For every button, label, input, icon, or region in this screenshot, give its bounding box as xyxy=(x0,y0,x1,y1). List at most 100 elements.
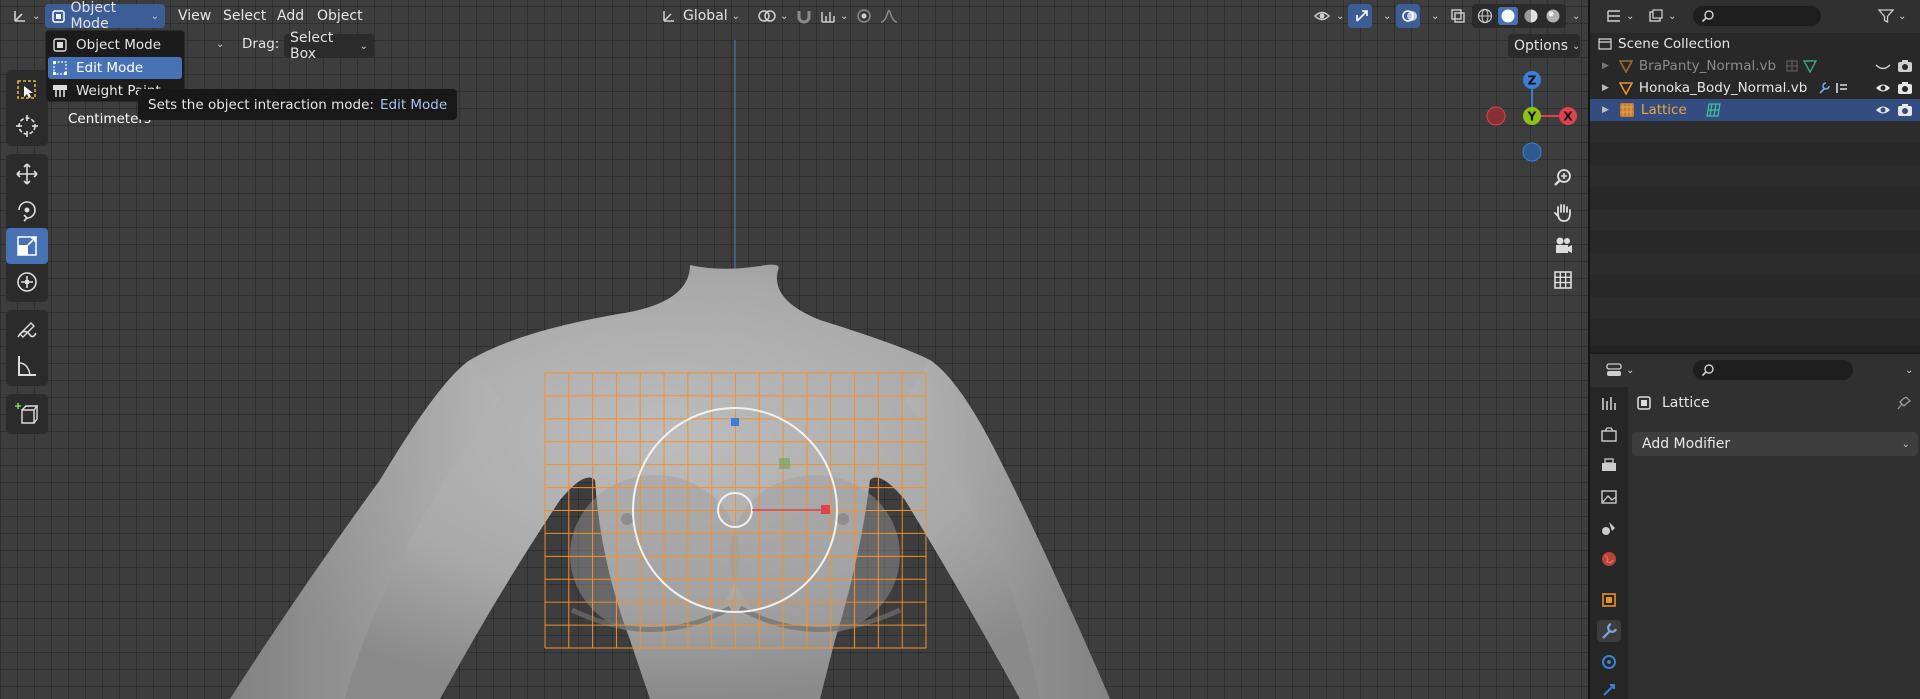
camera-render-icon[interactable] xyxy=(1897,59,1913,73)
mesh-data-icon xyxy=(1803,60,1817,73)
menu-add[interactable]: Add xyxy=(277,4,304,28)
modifier-grid-icon xyxy=(1786,60,1798,72)
outliner-editor-type[interactable]: ⌄ xyxy=(1600,4,1634,28)
zoom-button[interactable] xyxy=(1548,163,1578,193)
xray-toggle[interactable] xyxy=(1444,4,1468,28)
eye-icon[interactable] xyxy=(1875,81,1891,95)
gizmo-options[interactable]: ⌄ xyxy=(1373,4,1391,28)
zoom-icon xyxy=(1554,169,1571,186)
gizmo-y-label: Y xyxy=(1527,110,1537,124)
tooltip-text: Sets the object interaction mode: xyxy=(148,96,374,113)
tab-object[interactable] xyxy=(1598,589,1620,611)
add-cube-tool[interactable] xyxy=(6,396,48,432)
menu-view[interactable]: View xyxy=(178,4,211,28)
move-tool[interactable] xyxy=(6,156,48,192)
overlays-options[interactable]: ⌄ xyxy=(1421,4,1440,28)
outliner-filter-button[interactable]: ⌄ xyxy=(1872,4,1912,28)
proportional-edit-toggle[interactable] xyxy=(850,4,872,28)
measure-tool[interactable] xyxy=(6,348,48,384)
pin-icon[interactable] xyxy=(1896,395,1912,411)
constraint-icon xyxy=(1603,684,1615,696)
menu-select[interactable]: Select xyxy=(223,4,266,28)
tool-settings-chevron[interactable]: ⌄ xyxy=(212,36,224,51)
drag-select[interactable]: Select Box ⌄ xyxy=(284,30,374,62)
display-mode-select[interactable]: ⌄ xyxy=(1642,4,1676,28)
outliner-row-scene-collection[interactable]: Scene Collection xyxy=(1590,33,1920,55)
camera-view-button[interactable] xyxy=(1548,231,1578,261)
outliner-row-honoka-body[interactable]: ▶ Honoka_Body_Normal.vb xyxy=(1590,77,1920,99)
snap-toggle[interactable] xyxy=(790,4,812,28)
tab-view-layer[interactable] xyxy=(1598,486,1620,508)
lattice-object-icon xyxy=(1619,103,1634,117)
3d-viewport[interactable]: ⌄ Object Mode ⌄ View Select Add Object G… xyxy=(0,0,1588,699)
gizmo-z-label: Z xyxy=(1528,74,1537,88)
outliner-empty-row xyxy=(1590,297,1920,319)
shading-options[interactable]: ⌄ xyxy=(1562,4,1582,28)
select-box-tool[interactable] xyxy=(6,72,48,108)
gizmo-toggle[interactable] xyxy=(1348,4,1372,28)
annotate-tool[interactable] xyxy=(6,312,48,348)
tab-tool[interactable] xyxy=(1598,393,1620,415)
snap-target-button[interactable]: ⌄ xyxy=(814,4,849,28)
chevron-down-icon: ⌄ xyxy=(1626,364,1635,376)
navigation-gizmo[interactable]: Z Y X xyxy=(1484,68,1580,164)
dropdown-item-edit-mode[interactable]: Edit Mode xyxy=(48,57,182,79)
scene-icon xyxy=(1602,522,1615,535)
options-button[interactable]: Options ⌄ xyxy=(1508,34,1580,58)
outliner-row-brapanty[interactable]: ▶ BraPanty_Normal.vb xyxy=(1590,55,1920,77)
chevron-down-icon: ⌄ xyxy=(216,39,225,50)
outliner-scroll-strip xyxy=(1590,346,1920,352)
falloff-button[interactable] xyxy=(874,4,904,28)
visibility-selectability-button[interactable]: ⌄ xyxy=(1308,4,1346,28)
transform-tool[interactable] xyxy=(6,264,48,300)
eye-hidden-icon[interactable] xyxy=(1875,59,1891,73)
camera-icon xyxy=(1556,237,1572,253)
expand-arrow-icon[interactable]: ▶ xyxy=(1602,61,1609,71)
ortho-toggle-button[interactable] xyxy=(1548,265,1578,295)
wrench-icon xyxy=(1819,82,1830,94)
tab-render[interactable] xyxy=(1598,424,1620,446)
properties-options[interactable]: ⌄ xyxy=(1895,358,1915,382)
rotate-tool[interactable] xyxy=(6,192,48,228)
expand-arrow-icon[interactable]: ▶ xyxy=(1602,83,1609,93)
tab-physics[interactable] xyxy=(1598,651,1620,673)
wireframe-shading-icon[interactable] xyxy=(1476,7,1494,25)
tab-constraints[interactable] xyxy=(1598,679,1620,699)
pivot-point-button[interactable]: ⌄ xyxy=(752,4,788,28)
menu-object[interactable]: Object xyxy=(317,4,363,28)
mode-select[interactable]: Object Mode ⌄ xyxy=(45,0,165,32)
xray-icon xyxy=(1450,7,1466,25)
material-preview-icon[interactable] xyxy=(1522,7,1540,25)
eye-pointer-icon xyxy=(1314,7,1332,25)
rendered-shading-icon[interactable] xyxy=(1544,7,1562,25)
properties-tab-bar xyxy=(1590,387,1628,699)
properties-editor-type[interactable]: ⌄ xyxy=(1600,358,1634,382)
chevron-down-icon: ⌄ xyxy=(780,10,789,22)
chevron-down-icon: ⌄ xyxy=(1431,10,1440,22)
dropdown-item-label: Object Mode xyxy=(76,37,162,53)
tab-scene[interactable] xyxy=(1598,517,1620,539)
cursor-tool[interactable] xyxy=(6,108,48,144)
tab-world[interactable] xyxy=(1598,548,1620,570)
transform-orientation-select[interactable]: Global ⌄ xyxy=(655,4,745,28)
editor-type-button[interactable]: ⌄ xyxy=(6,4,40,28)
overlays-toggle[interactable] xyxy=(1396,4,1420,28)
eye-icon[interactable] xyxy=(1875,103,1891,117)
add-modifier-button[interactable]: Add Modifier ⌄ xyxy=(1632,432,1918,456)
cursor-icon xyxy=(16,115,38,137)
scale-tool[interactable] xyxy=(6,228,48,264)
tab-modifiers[interactable] xyxy=(1597,620,1621,642)
camera-render-icon[interactable] xyxy=(1897,81,1913,95)
outliner-row-lattice[interactable]: ▶ Lattice xyxy=(1590,99,1920,121)
camera-render-icon[interactable] xyxy=(1897,103,1913,117)
outliner-search-input[interactable] xyxy=(1692,5,1822,27)
dropdown-item-object-mode[interactable]: Object Mode xyxy=(48,34,182,56)
solid-shading-icon[interactable] xyxy=(1498,7,1518,25)
properties-search-input[interactable] xyxy=(1692,359,1854,381)
tab-output[interactable] xyxy=(1598,455,1620,477)
panel-divider[interactable] xyxy=(1588,0,1590,699)
expand-arrow-icon[interactable]: ▶ xyxy=(1602,105,1609,115)
chevron-down-icon: ⌄ xyxy=(840,10,849,22)
pan-button[interactable] xyxy=(1548,197,1578,227)
mode-tooltip: Sets the object interaction mode: Edit M… xyxy=(138,89,458,120)
